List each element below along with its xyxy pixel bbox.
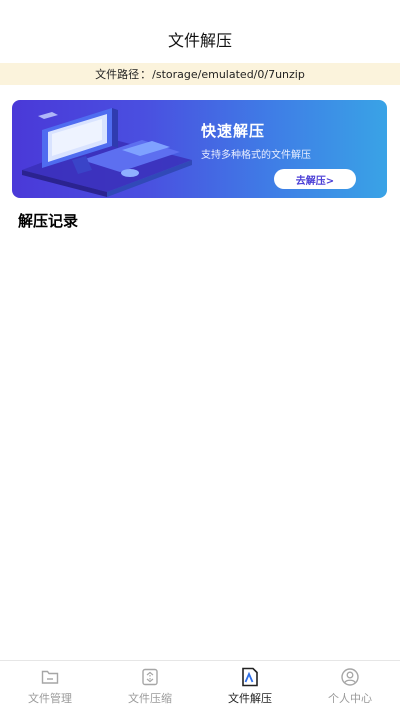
title-bar: 文件解压 — [0, 0, 400, 63]
unzip-file-icon — [240, 667, 260, 687]
tab-label: 个人中心 — [328, 692, 372, 705]
file-path-value: /storage/emulated/0/7unzip — [152, 67, 305, 81]
banner-title: 快速解压 — [201, 122, 266, 140]
tab-file-manager[interactable]: 文件管理 — [0, 661, 100, 710]
page-title: 文件解压 — [167, 30, 232, 50]
tab-file-compress[interactable]: 文件压缩 — [100, 661, 200, 710]
go-unzip-button[interactable]: 去解压> — [274, 169, 356, 189]
banner-subtitle: 支持多种格式的文件解压 — [201, 150, 311, 161]
file-path-bar: 文件路径：/storage/emulated/0/7unzip — [0, 63, 400, 85]
user-icon — [340, 667, 360, 687]
folder-icon — [40, 667, 60, 687]
file-path-label: 文件路径 — [95, 68, 140, 81]
computer-illustration-icon — [22, 108, 192, 197]
file-path-separator: ： — [140, 68, 152, 81]
tab-profile[interactable]: 个人中心 — [300, 661, 400, 710]
unzip-banner[interactable]: 快速解压 支持多种格式的文件解压 去解压> — [12, 100, 387, 198]
unzip-history-title: 解压记录 — [18, 212, 79, 230]
tab-label: 文件管理 — [28, 692, 72, 705]
tab-label: 文件解压 — [228, 692, 272, 705]
tab-label: 文件压缩 — [128, 692, 172, 705]
zip-file-icon — [140, 667, 160, 687]
bottom-tab-bar: 文件管理 文件压缩 文件解压 个人中心 — [0, 660, 400, 710]
tab-file-unzip[interactable]: 文件解压 — [200, 661, 300, 710]
